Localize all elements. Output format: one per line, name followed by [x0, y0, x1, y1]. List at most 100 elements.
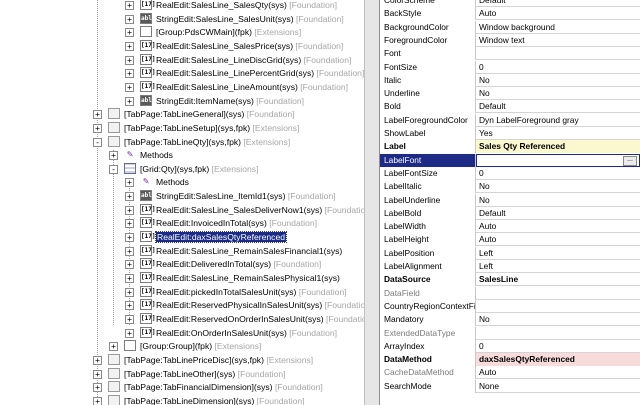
- lookup-button[interactable]: ...: [623, 155, 637, 166]
- tree-node[interactable]: + [TabPage:TabLineOther](sys) [Foundation…: [0, 367, 364, 381]
- property-row[interactable]: LabelUnderline No: [380, 193, 640, 207]
- property-value[interactable]: daxSalesQtyReferenced: [476, 353, 640, 367]
- expand-icon[interactable]: +: [125, 28, 134, 38]
- property-value[interactable]: ...: [476, 153, 640, 167]
- property-row[interactable]: BackgroundColor Window background: [380, 20, 640, 34]
- expand-icon[interactable]: +: [93, 110, 102, 120]
- expand-icon[interactable]: +: [125, 219, 134, 229]
- tree-node[interactable]: + [17] RealEdit:SalesLine_RemainSalesFinan…: [0, 244, 364, 258]
- property-row[interactable]: LabelItalic No: [380, 180, 640, 194]
- expand-icon[interactable]: +: [109, 151, 118, 161]
- aot-tree-panel[interactable]: + [17] RealEdit:SalesLine_SalesQty(sys) [F…: [0, 0, 364, 405]
- tree-node[interactable]: + abl StringEdit:ItemName(sys) [Foundation…: [0, 94, 364, 108]
- property-row[interactable]: ColorScheme Default: [380, 0, 640, 7]
- property-row[interactable]: DataSource SalesLine: [380, 273, 640, 287]
- property-value[interactable]: 0: [476, 167, 640, 180]
- property-value[interactable]: Sales Qty Referenced: [476, 140, 640, 154]
- property-value[interactable]: Default: [476, 100, 640, 113]
- expand-icon[interactable]: +: [125, 14, 134, 24]
- expand-icon[interactable]: +: [125, 287, 134, 297]
- property-value[interactable]: Dyn LabelForeground gray: [476, 114, 640, 127]
- property-value[interactable]: None: [476, 380, 640, 393]
- property-value[interactable]: Auto: [476, 366, 640, 379]
- tree-node[interactable]: + [TabPage:TabLineGeneral](sys) [Foundati…: [0, 107, 364, 121]
- property-row[interactable]: LabelPosition Left: [380, 246, 640, 260]
- tree-node[interactable]: + [17] RealEdit:SalesLine_SalesPrice(sys) …: [0, 39, 364, 53]
- tree-node[interactable]: + [17] RealEdit:DeliveredInTotal(sys) [Fou…: [0, 257, 364, 271]
- property-row[interactable]: BackStyle Auto: [380, 7, 640, 21]
- tree-node[interactable]: + [17] RealEdit:SalesLine_SalesQty(sys) [F…: [0, 0, 364, 12]
- tree-node[interactable]: + ✎ Methods: [0, 148, 364, 162]
- property-row[interactable]: FontSize 0: [380, 60, 640, 74]
- tree-node[interactable]: + [17] RealEdit:ReservedPhysicalInSalesUni…: [0, 298, 364, 312]
- property-value[interactable]: Window text: [476, 34, 640, 47]
- property-value[interactable]: Default: [476, 0, 640, 7]
- expand-icon[interactable]: +: [125, 1, 134, 10]
- property-row[interactable]: SearchMode None: [380, 379, 640, 393]
- property-row[interactable]: Bold Default: [380, 100, 640, 114]
- property-value[interactable]: Default: [476, 207, 640, 220]
- property-value[interactable]: Auto: [476, 7, 640, 20]
- property-value[interactable]: 0: [476, 340, 640, 353]
- collapse-icon[interactable]: -: [109, 164, 118, 174]
- property-value[interactable]: No: [476, 87, 640, 100]
- expand-icon[interactable]: +: [125, 274, 134, 283]
- property-row[interactable]: Label Sales Qty Referenced: [380, 140, 640, 154]
- tree-node[interactable]: + ✎ Methods: [0, 175, 364, 189]
- property-row[interactable]: LabelBold Default: [380, 206, 640, 220]
- property-row[interactable]: Font: [380, 47, 640, 61]
- expand-icon[interactable]: +: [93, 369, 102, 379]
- tree-node[interactable]: - [TabPage:TabLineQty](sys,fpk) [Extensio…: [0, 135, 364, 149]
- property-value[interactable]: No: [476, 74, 640, 87]
- expand-icon[interactable]: +: [125, 205, 134, 215]
- property-value[interactable]: [476, 327, 640, 340]
- property-row[interactable]: DataMethod daxSalesQtyReferenced: [380, 353, 640, 367]
- expand-icon[interactable]: +: [125, 96, 134, 106]
- tree-node[interactable]: + [17] RealEdit:SalesLine_LineDiscGrid(sys…: [0, 53, 364, 67]
- tree-node[interactable]: + [TabPage:TabLineDimension](sys) [Founda…: [0, 394, 364, 405]
- expand-icon[interactable]: +: [109, 342, 118, 352]
- property-row[interactable]: LabelFontSize 0: [380, 166, 640, 180]
- property-row[interactable]: LabelWidth Auto: [380, 220, 640, 234]
- tree-node[interactable]: + [17] RealEdit:InvoicedInTotal(sys) [Foun…: [0, 216, 364, 230]
- property-value[interactable]: Auto: [476, 220, 640, 233]
- property-sheet[interactable]: ColorScheme Default BackStyle Auto Backgroun…: [380, 0, 640, 405]
- property-row[interactable]: ExtendedDataType: [380, 326, 640, 340]
- panel-splitter[interactable]: [364, 0, 380, 405]
- expand-icon[interactable]: +: [125, 314, 134, 324]
- property-value[interactable]: No: [476, 194, 640, 207]
- tree-node[interactable]: + [Group:Group](fpk) [Extensions]: [0, 339, 364, 353]
- property-row[interactable]: DataField: [380, 286, 640, 300]
- tree-node[interactable]: + [17] RealEdit:ReservedOnOrderInSalesUnit…: [0, 312, 364, 326]
- tree-node[interactable]: - [Grid:Qty](sys,fpk) [Extensions]: [0, 162, 364, 176]
- property-row[interactable]: LabelAlignment Left: [380, 260, 640, 273]
- expand-icon[interactable]: +: [125, 246, 134, 256]
- property-row[interactable]: LabelForegroundColor Dyn LabelForeground …: [380, 113, 640, 127]
- property-row[interactable]: Mandatory No: [380, 313, 640, 327]
- tree-node[interactable]: + abl StringEdit:SalesLine_ItemId1(sys) [F…: [0, 189, 364, 203]
- tree-node[interactable]: + [17] RealEdit:SalesLine_RemainSalesPhysi…: [0, 271, 364, 285]
- property-value[interactable]: SalesLine: [476, 273, 640, 286]
- property-value[interactable]: No: [476, 180, 640, 193]
- tree-node[interactable]: + abl StringEdit:SalesLine_SalesUnit(sys) …: [0, 12, 364, 26]
- tree-node[interactable]: + [17] RealEdit:SalesLine_LinePercentGrid(…: [0, 66, 364, 80]
- tree-node[interactable]: + [17] RealEdit:daxSalesQtyReferenced: [0, 230, 364, 244]
- property-row[interactable]: CountryRegionContextField: [380, 299, 640, 313]
- property-row[interactable]: LabelFont...: [380, 153, 640, 167]
- expand-icon[interactable]: +: [93, 123, 102, 133]
- property-value[interactable]: Yes: [476, 127, 640, 140]
- collapse-icon[interactable]: -: [93, 137, 102, 147]
- expand-icon[interactable]: +: [125, 301, 134, 311]
- property-value[interactable]: Left: [476, 247, 640, 260]
- expand-icon[interactable]: +: [125, 82, 134, 92]
- expand-icon[interactable]: +: [125, 41, 134, 51]
- expand-icon[interactable]: +: [125, 69, 134, 79]
- expand-icon[interactable]: +: [125, 328, 134, 338]
- tree-node[interactable]: + [17] RealEdit:pickedInTotalSalesUnit(sys…: [0, 285, 364, 299]
- expand-icon[interactable]: +: [93, 396, 102, 405]
- expand-icon[interactable]: +: [93, 383, 102, 393]
- expand-icon[interactable]: +: [93, 355, 102, 365]
- property-value[interactable]: Left: [476, 260, 640, 273]
- property-row[interactable]: Underline No: [380, 87, 640, 101]
- tree-node[interactable]: + [TabPage:TabFinancialDimension](sys) [F…: [0, 380, 364, 394]
